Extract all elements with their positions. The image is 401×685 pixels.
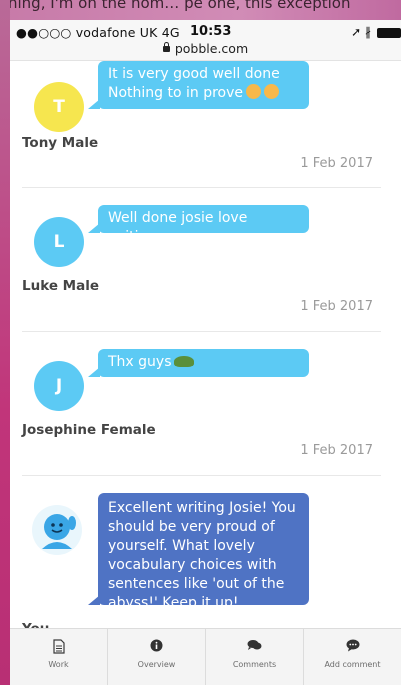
comment-bubble: It is very good well done Nothing to in … — [88, 61, 309, 109]
smirk-face-emoji-icon — [264, 84, 280, 99]
tab-overview[interactable]: Overview — [108, 629, 206, 685]
tab-add-comment[interactable]: Add comment — [304, 629, 401, 685]
battery-icon — [377, 27, 401, 38]
avatar: L — [34, 217, 84, 267]
info-icon — [108, 639, 205, 657]
status-bar: ●●○○○ vodafone UK 4G 10:53 ➚ ∦ pobble.co… — [10, 20, 401, 61]
hugging-face-emoji-icon — [246, 84, 262, 99]
document-icon — [10, 639, 107, 657]
comment-bubble: Excellent writing Josie! You should be v… — [88, 493, 309, 611]
chat-bubbles-icon — [206, 639, 303, 657]
address-bar[interactable]: pobble.com — [10, 41, 401, 56]
lock-icon — [162, 42, 170, 52]
author-name: Josephine Female — [22, 422, 156, 438]
author-name: Tony Male — [22, 135, 99, 151]
tab-comments[interactable]: Comments — [206, 629, 304, 685]
tab-label: Overview — [137, 660, 176, 669]
tab-label: Add comment — [324, 660, 381, 669]
tab-work[interactable]: Work — [10, 629, 108, 685]
bottom-tab-bar: Work Overview Comments Add comment — [10, 628, 401, 685]
avatar-initial: T — [53, 97, 65, 117]
url-text: pobble.com — [174, 41, 249, 56]
add-comment-icon — [304, 639, 401, 657]
comment-text: Excellent writing Josie! You should be v… — [108, 500, 296, 611]
tab-label: Work — [48, 660, 69, 669]
author-name: Luke Male — [22, 278, 100, 294]
avatar-initial: L — [53, 232, 65, 252]
waving-mascot-avatar-icon — [32, 505, 82, 555]
avatar-initial: J — [55, 376, 63, 396]
comment-date: 1 Feb 2017 — [300, 156, 373, 171]
clock-time: 10:53 — [190, 24, 232, 39]
divider — [22, 475, 381, 476]
divider — [22, 187, 381, 188]
comment-bubble: Well done josie love writing — [88, 205, 309, 245]
comment-date: 1 Feb 2017 — [300, 443, 373, 458]
comment-bubble: Thx guys — [88, 349, 309, 377]
status-icons: ➚ ∦ — [351, 25, 401, 39]
comment-text: Thx guys — [108, 354, 172, 370]
phone-screen: ●●○○○ vodafone UK 4G 10:53 ➚ ∦ pobble.co… — [10, 20, 401, 685]
tab-label: Comments — [232, 660, 277, 669]
comment-text: Well done josie love writing — [108, 210, 248, 245]
background-strip-left — [0, 0, 10, 685]
avatar: J — [34, 361, 84, 411]
turtle-emoji-icon — [173, 356, 194, 367]
background-peek-text: ning, I'm on the hom… pe one, this excep… — [8, 0, 351, 12]
comment-date: 1 Feb 2017 — [300, 299, 373, 314]
comments-feed[interactable]: It is very good well done Nothing to in … — [10, 61, 401, 629]
location-bluetooth-icon: ➚ ∦ — [351, 25, 371, 39]
carrier-signal: ●●○○○ vodafone UK 4G — [16, 25, 180, 40]
avatar: T — [34, 82, 84, 132]
divider — [22, 331, 381, 332]
